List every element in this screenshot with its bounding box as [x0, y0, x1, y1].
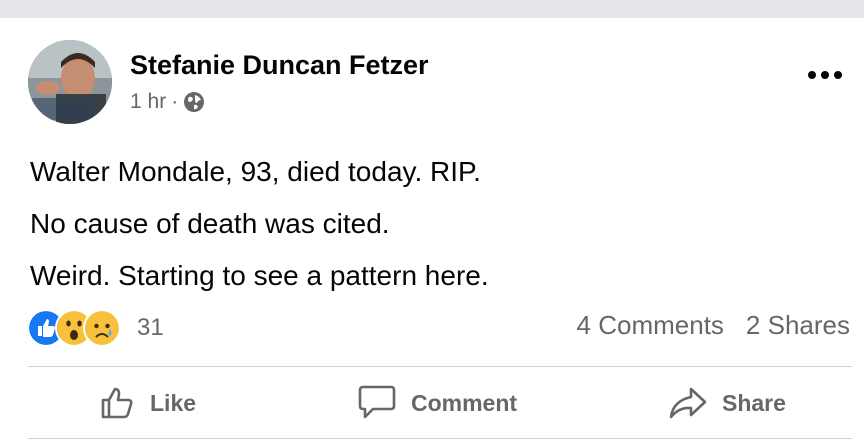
post-meta: 1 hr · — [130, 90, 205, 114]
like-label: Like — [150, 389, 197, 416]
like-button[interactable]: Like — [100, 380, 196, 426]
feed-separator-band — [0, 0, 864, 18]
avatar-image — [28, 40, 112, 124]
comment-icon — [358, 385, 396, 419]
more-options-button[interactable] — [808, 66, 846, 84]
avatar[interactable] — [28, 40, 112, 124]
engagement-stats: 4 Comments 2 Shares — [577, 310, 850, 341]
share-button[interactable]: Share — [668, 380, 786, 426]
globe-icon — [184, 92, 205, 112]
sad-reaction-icon — [83, 309, 121, 347]
more-dot-icon — [821, 71, 829, 79]
post-line: No cause of death was cited. — [30, 208, 390, 239]
shares-count-link[interactable]: 2 Shares — [746, 310, 850, 341]
share-arrow-icon — [669, 387, 707, 419]
reactions-summary[interactable]: 31 — [27, 308, 164, 348]
post-author-name[interactable]: Stefanie Duncan Fetzer — [130, 50, 429, 81]
divider — [28, 438, 852, 439]
comments-count-link[interactable]: 4 Comments — [577, 310, 724, 341]
divider — [28, 366, 852, 367]
more-dot-icon — [808, 71, 816, 79]
post-body: Walter Mondale, 93, died today. RIP. No … — [30, 146, 489, 302]
comment-button[interactable]: Comment — [357, 380, 517, 426]
post-line: Walter Mondale, 93, died today. RIP. — [30, 156, 481, 187]
meta-separator: · — [171, 90, 179, 113]
comment-label: Comment — [411, 389, 518, 416]
reaction-count[interactable]: 31 — [137, 314, 164, 342]
more-dot-icon — [834, 71, 842, 79]
share-label: Share — [722, 389, 786, 416]
thumbs-up-icon — [101, 387, 133, 419]
post-line: Weird. Starting to see a pattern here. — [30, 260, 489, 291]
post-timestamp[interactable]: 1 hr — [130, 90, 166, 114]
